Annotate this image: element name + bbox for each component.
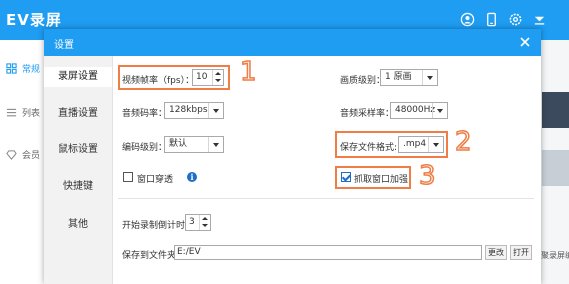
menu-icon[interactable]	[532, 12, 547, 27]
countdown-spin-arrows[interactable]	[199, 215, 210, 230]
window-through-label[interactable]: 窗口穿透	[137, 172, 173, 185]
save-path-input[interactable]: E:/EV	[174, 245, 482, 260]
close-icon[interactable]	[517, 34, 533, 50]
annotation-number: 1	[239, 56, 257, 88]
chevron-up-icon[interactable]	[202, 217, 208, 220]
highlight-box	[118, 65, 230, 90]
audio-bitrate-value: 128kbps	[169, 105, 208, 115]
highlight-box	[335, 131, 448, 158]
encode-select[interactable]: 默认	[164, 136, 224, 153]
encode-label: 编码级别：	[122, 143, 168, 153]
audio-bitrate-label: 音频码率：	[122, 109, 168, 119]
sidebar-item-label: 会员	[22, 151, 41, 161]
app-sidebar: 常规 列表 会员	[0, 40, 45, 284]
video-thumbnail[interactable]	[542, 92, 569, 128]
sidebar-item-member[interactable]: 会员	[6, 148, 40, 161]
background-content	[540, 40, 569, 284]
sidebar-item-general[interactable]: 常规	[6, 62, 40, 75]
sample-rate-value: 48000Hz	[395, 105, 436, 115]
chevron-down-icon	[422, 70, 437, 85]
divider	[118, 198, 534, 199]
video-thumbnail[interactable]	[542, 150, 569, 186]
encode-value: 默认	[169, 139, 188, 149]
user-icon[interactable]	[460, 12, 475, 27]
quality-select[interactable]: 1 原画	[380, 69, 438, 86]
phone-icon[interactable]	[484, 12, 499, 27]
quality-value: 1 原画	[385, 72, 412, 82]
chevron-down-icon[interactable]	[202, 224, 208, 227]
sidebar-item-label: 列表	[22, 109, 41, 119]
window-through-checkbox[interactable]	[123, 172, 133, 182]
tab-other[interactable]: 其他	[44, 215, 112, 235]
dialog-header: 设置	[44, 29, 541, 56]
tab-hotkeys[interactable]: 快捷键	[44, 177, 112, 197]
change-folder-button[interactable]: 更改	[485, 245, 507, 260]
tab-record-settings[interactable]: 录屏设置	[44, 67, 112, 87]
quality-label: 画质级别：	[340, 76, 386, 86]
app-title: EV录屏	[6, 11, 62, 29]
save-path-label: 保存到文件夹:	[122, 251, 180, 261]
audio-bitrate-select[interactable]: 128kbps	[164, 102, 224, 119]
sample-rate-select[interactable]: 48000Hz	[390, 102, 448, 119]
annotation-number: 2	[454, 126, 472, 158]
sample-rate-label: 音频采样率：	[340, 109, 395, 119]
sidebar-item-label: 常规	[22, 65, 41, 75]
grid-icon	[6, 63, 17, 74]
sidebar-item-list[interactable]: 列表	[6, 106, 40, 119]
chevron-down-icon	[208, 103, 223, 118]
info-icon[interactable]: i	[187, 172, 197, 182]
tab-mouse-settings[interactable]: 鼠标设置	[44, 140, 112, 160]
chevron-down-icon	[432, 103, 447, 118]
list-icon	[6, 108, 17, 117]
open-folder-button[interactable]: 打开	[510, 245, 532, 260]
dialog-title: 设置	[54, 40, 74, 51]
settings-nav: 录屏设置 直播设置 鼠标设置 快捷键 其他	[44, 56, 113, 284]
app-header-icons	[460, 12, 547, 27]
diamond-icon	[6, 150, 17, 160]
annotation-number: 3	[418, 160, 436, 192]
settings-dialog: 设置 录屏设置 直播设置 鼠标设置 快捷键 其他 视频帧率（fps）： 10 画…	[44, 29, 541, 284]
background-text: 聚录屏编辑	[541, 251, 569, 260]
settings-icon[interactable]	[508, 12, 523, 27]
countdown-label: 开始录制倒计时:	[122, 221, 189, 231]
highlight-box	[335, 166, 411, 189]
countdown-stepper[interactable]: 3	[185, 214, 211, 231]
countdown-value: 3	[189, 217, 195, 227]
chevron-down-icon	[208, 137, 223, 152]
tab-live-settings[interactable]: 直播设置	[44, 104, 112, 124]
